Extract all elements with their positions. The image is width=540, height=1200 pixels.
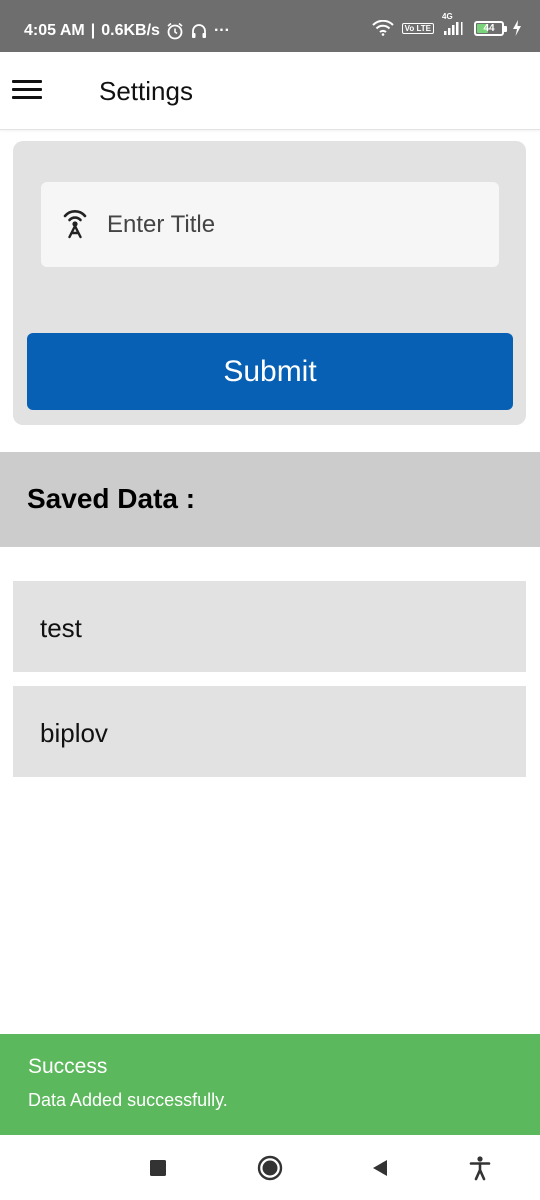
- accessibility-icon[interactable]: [465, 1153, 495, 1183]
- list-item[interactable]: test: [13, 581, 526, 672]
- toast-message: Data Added successfully.: [28, 1090, 228, 1110]
- recents-square-icon[interactable]: [143, 1153, 173, 1183]
- volte-badge: Vo LTE: [401, 22, 434, 34]
- alarm-icon: [166, 22, 184, 40]
- toast-title: Success: [28, 1055, 108, 1078]
- saved-data-heading: Saved Data :: [27, 483, 196, 514]
- list-item-label: biplov: [40, 718, 108, 748]
- hamburger-menu-icon[interactable]: [12, 78, 42, 102]
- signal-icon: 4G: [442, 12, 466, 35]
- battery-level: 44: [483, 22, 495, 34]
- home-circle-icon[interactable]: [255, 1153, 285, 1183]
- app-bar: Settings: [0, 52, 540, 130]
- charging-icon: [512, 20, 522, 36]
- title-input[interactable]: [107, 182, 487, 267]
- status-right: Vo LTE 4G 44: [371, 12, 522, 36]
- list-item[interactable]: biplov: [13, 686, 526, 777]
- saved-data-header: Saved Data :: [0, 452, 540, 547]
- headphones-icon: [190, 22, 208, 40]
- status-speed: 0.6KB/s: [101, 22, 160, 39]
- list-item-label: test: [40, 613, 82, 643]
- network-type: 4G: [442, 12, 453, 21]
- system-nav-bar: [0, 1135, 540, 1200]
- success-toast[interactable]: Success Data Added successfully.: [0, 1034, 540, 1135]
- battery-icon: 44: [474, 20, 507, 36]
- status-bar: 4:05 AM | 0.6KB/s ··· Vo LTE 4G 44: [0, 0, 540, 52]
- title-input-wrapper[interactable]: [41, 182, 499, 267]
- wifi-icon: [371, 20, 394, 36]
- title-form-card: Submit: [13, 141, 526, 425]
- submit-button[interactable]: Submit: [27, 333, 513, 410]
- status-separator: |: [90, 22, 96, 39]
- back-triangle-icon[interactable]: [365, 1153, 395, 1183]
- page-title: Settings: [99, 76, 193, 106]
- antenna-icon: [59, 208, 91, 240]
- status-more: ···: [213, 22, 230, 39]
- status-left: 4:05 AM | 0.6KB/s ···: [24, 22, 230, 40]
- status-time: 4:05 AM: [24, 22, 85, 39]
